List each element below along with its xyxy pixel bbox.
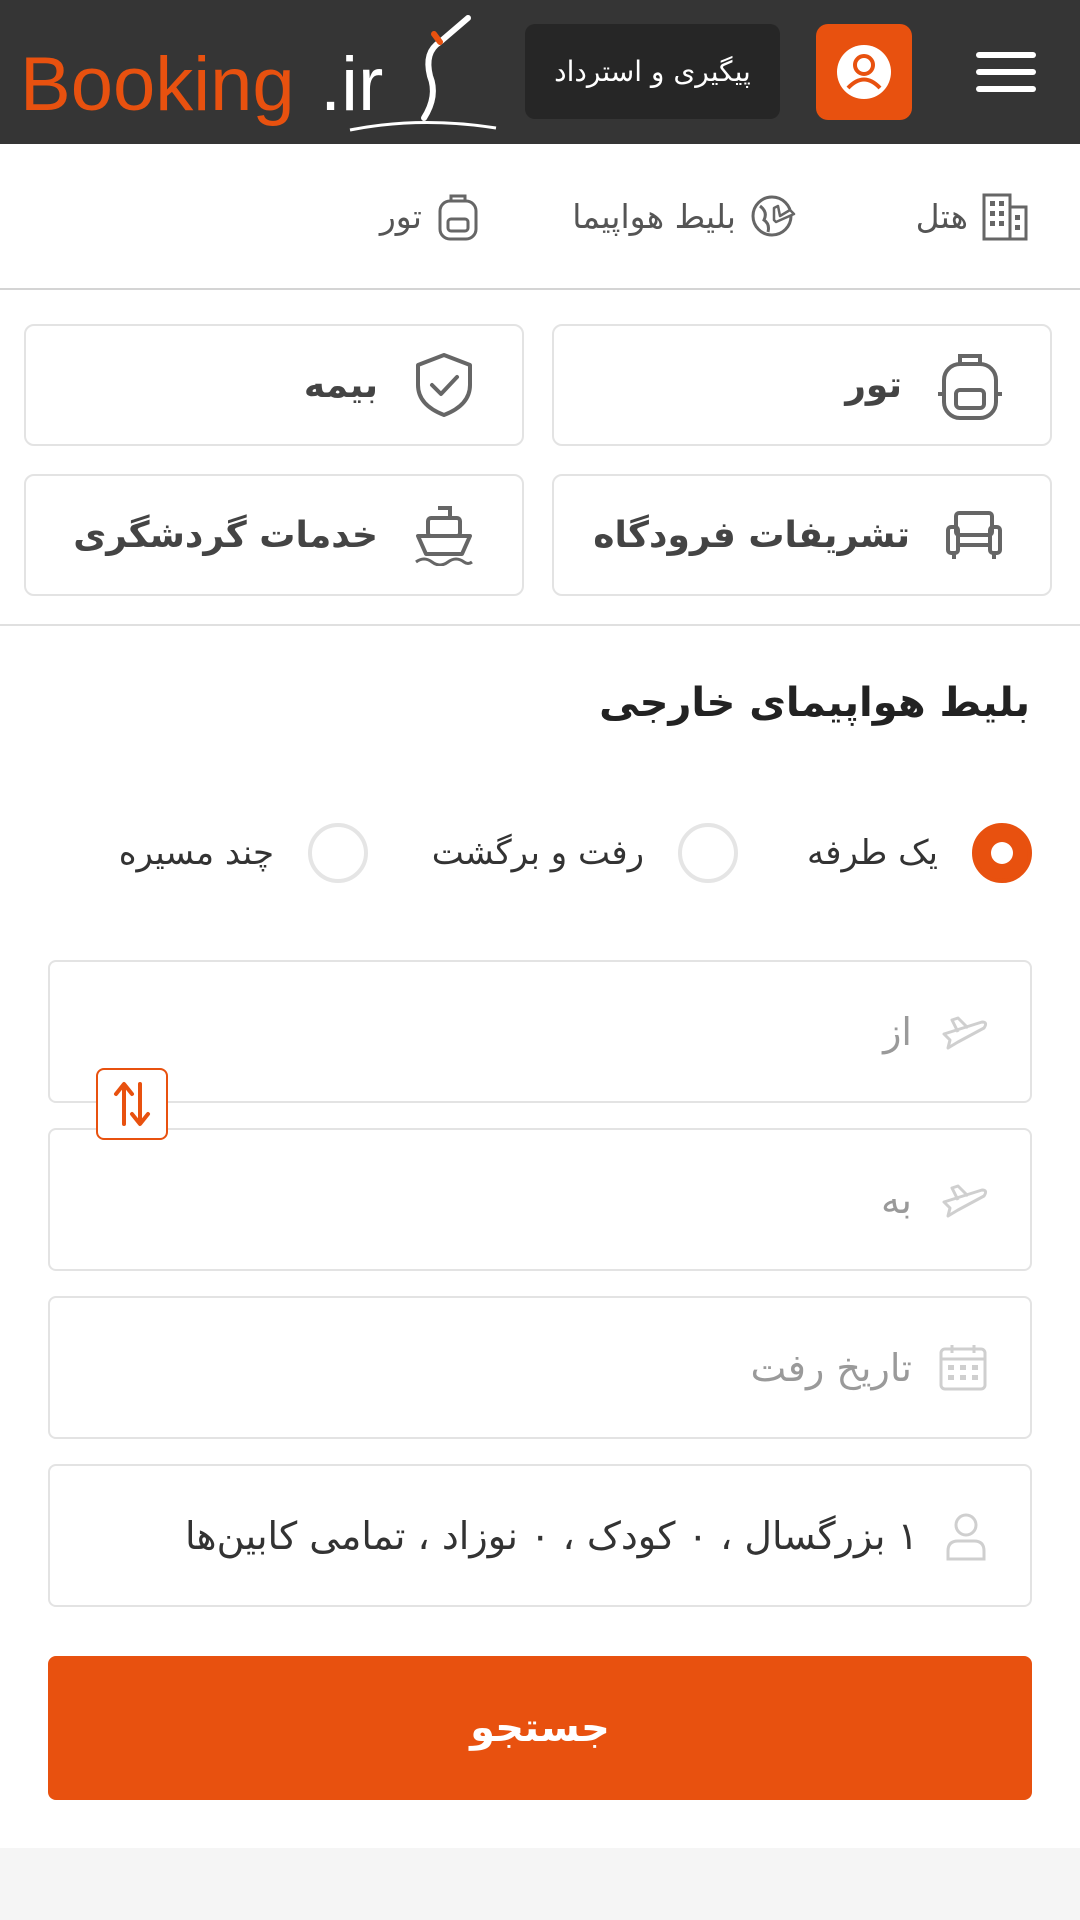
trip-type-one-way[interactable]: یک طرفه bbox=[807, 820, 1032, 886]
svg-text:.ir: .ir bbox=[320, 42, 383, 127]
person-icon bbox=[946, 1513, 986, 1560]
origin-field[interactable]: از bbox=[48, 960, 1032, 1103]
destination-placeholder: به bbox=[881, 1177, 912, 1222]
track-refund-button[interactable]: پیگیری و استرداد bbox=[525, 24, 780, 119]
shield-check-icon bbox=[416, 353, 472, 417]
service-card-tourism-services-label: خدمات گردشگری bbox=[73, 514, 378, 556]
round-trip-radio[interactable] bbox=[678, 823, 738, 883]
round-trip-label: رفت و برگشت bbox=[431, 833, 644, 873]
passengers-value: ۱ بزرگسال ، ۰ کودک ، ۰ نوزاد ، تمامی کاب… bbox=[184, 1513, 918, 1558]
swap-arrows-icon bbox=[114, 1082, 150, 1126]
backpack-icon bbox=[938, 354, 1002, 420]
ship-icon bbox=[415, 506, 473, 566]
services-grid: تور بیمه تشریفات فرودگاه خدمات گردشگری bbox=[0, 290, 1080, 626]
multi-city-radio[interactable] bbox=[308, 823, 368, 883]
one-way-label: یک طرفه bbox=[806, 833, 938, 873]
building-icon bbox=[982, 193, 1028, 241]
multi-city-label: چند مسیره bbox=[118, 833, 274, 873]
quick-nav-flight[interactable]: بلیط هواپیما bbox=[572, 188, 798, 244]
departure-date-placeholder: تاریخ رفت bbox=[750, 1345, 912, 1390]
user-icon bbox=[837, 45, 891, 99]
service-card-tour[interactable]: تور bbox=[552, 324, 1052, 446]
quick-nav-hotel-label: هتل bbox=[915, 196, 968, 236]
trip-type-multi-city[interactable]: چند مسیره bbox=[119, 820, 368, 886]
service-card-tourism-services[interactable]: خدمات گردشگری bbox=[24, 474, 524, 596]
service-card-airport-services-label: تشریفات فرودگاه bbox=[593, 514, 910, 556]
one-way-radio[interactable] bbox=[972, 823, 1032, 883]
service-card-insurance-label: بیمه bbox=[303, 364, 378, 406]
section-title: بلیط هواپیمای خارجی bbox=[599, 680, 1030, 726]
service-card-tour-label: تور bbox=[845, 364, 902, 406]
backpack-icon bbox=[438, 194, 478, 241]
user-account-button[interactable] bbox=[816, 24, 912, 120]
swap-origin-destination-button[interactable] bbox=[96, 1068, 168, 1140]
hamburger-menu-button[interactable] bbox=[976, 48, 1040, 96]
plane-takeoff-icon bbox=[942, 1016, 988, 1049]
booking-logo[interactable]: Booking .ir bbox=[20, 12, 500, 138]
armchair-icon bbox=[946, 511, 1002, 559]
quick-nav-tour-label: تور bbox=[379, 196, 422, 236]
calendar-icon bbox=[939, 1344, 987, 1390]
plane-landing-icon bbox=[942, 1184, 988, 1217]
destination-field[interactable]: به bbox=[48, 1128, 1032, 1271]
search-button[interactable]: جستجو bbox=[48, 1656, 1032, 1800]
globe-plane-icon bbox=[751, 195, 796, 237]
quick-nav-flight-label: بلیط هواپیما bbox=[572, 196, 736, 236]
quick-nav-hotel[interactable]: هتل bbox=[916, 188, 1028, 244]
quick-nav-tour[interactable]: تور bbox=[380, 188, 480, 244]
service-card-airport-services[interactable]: تشریفات فرودگاه bbox=[552, 474, 1052, 596]
search-button-label: جستجو bbox=[470, 1705, 610, 1751]
service-card-insurance[interactable]: بیمه bbox=[24, 324, 524, 446]
track-refund-label: پیگیری و استرداد bbox=[554, 55, 751, 88]
passengers-field[interactable]: ۱ بزرگسال ، ۰ کودک ، ۰ نوزاد ، تمامی کاب… bbox=[48, 1464, 1032, 1607]
origin-placeholder: از bbox=[883, 1009, 912, 1054]
departure-date-field[interactable]: تاریخ رفت bbox=[48, 1296, 1032, 1439]
svg-text:Booking: Booking bbox=[20, 42, 295, 127]
trip-type-round-trip[interactable]: رفت و برگشت bbox=[432, 820, 738, 886]
